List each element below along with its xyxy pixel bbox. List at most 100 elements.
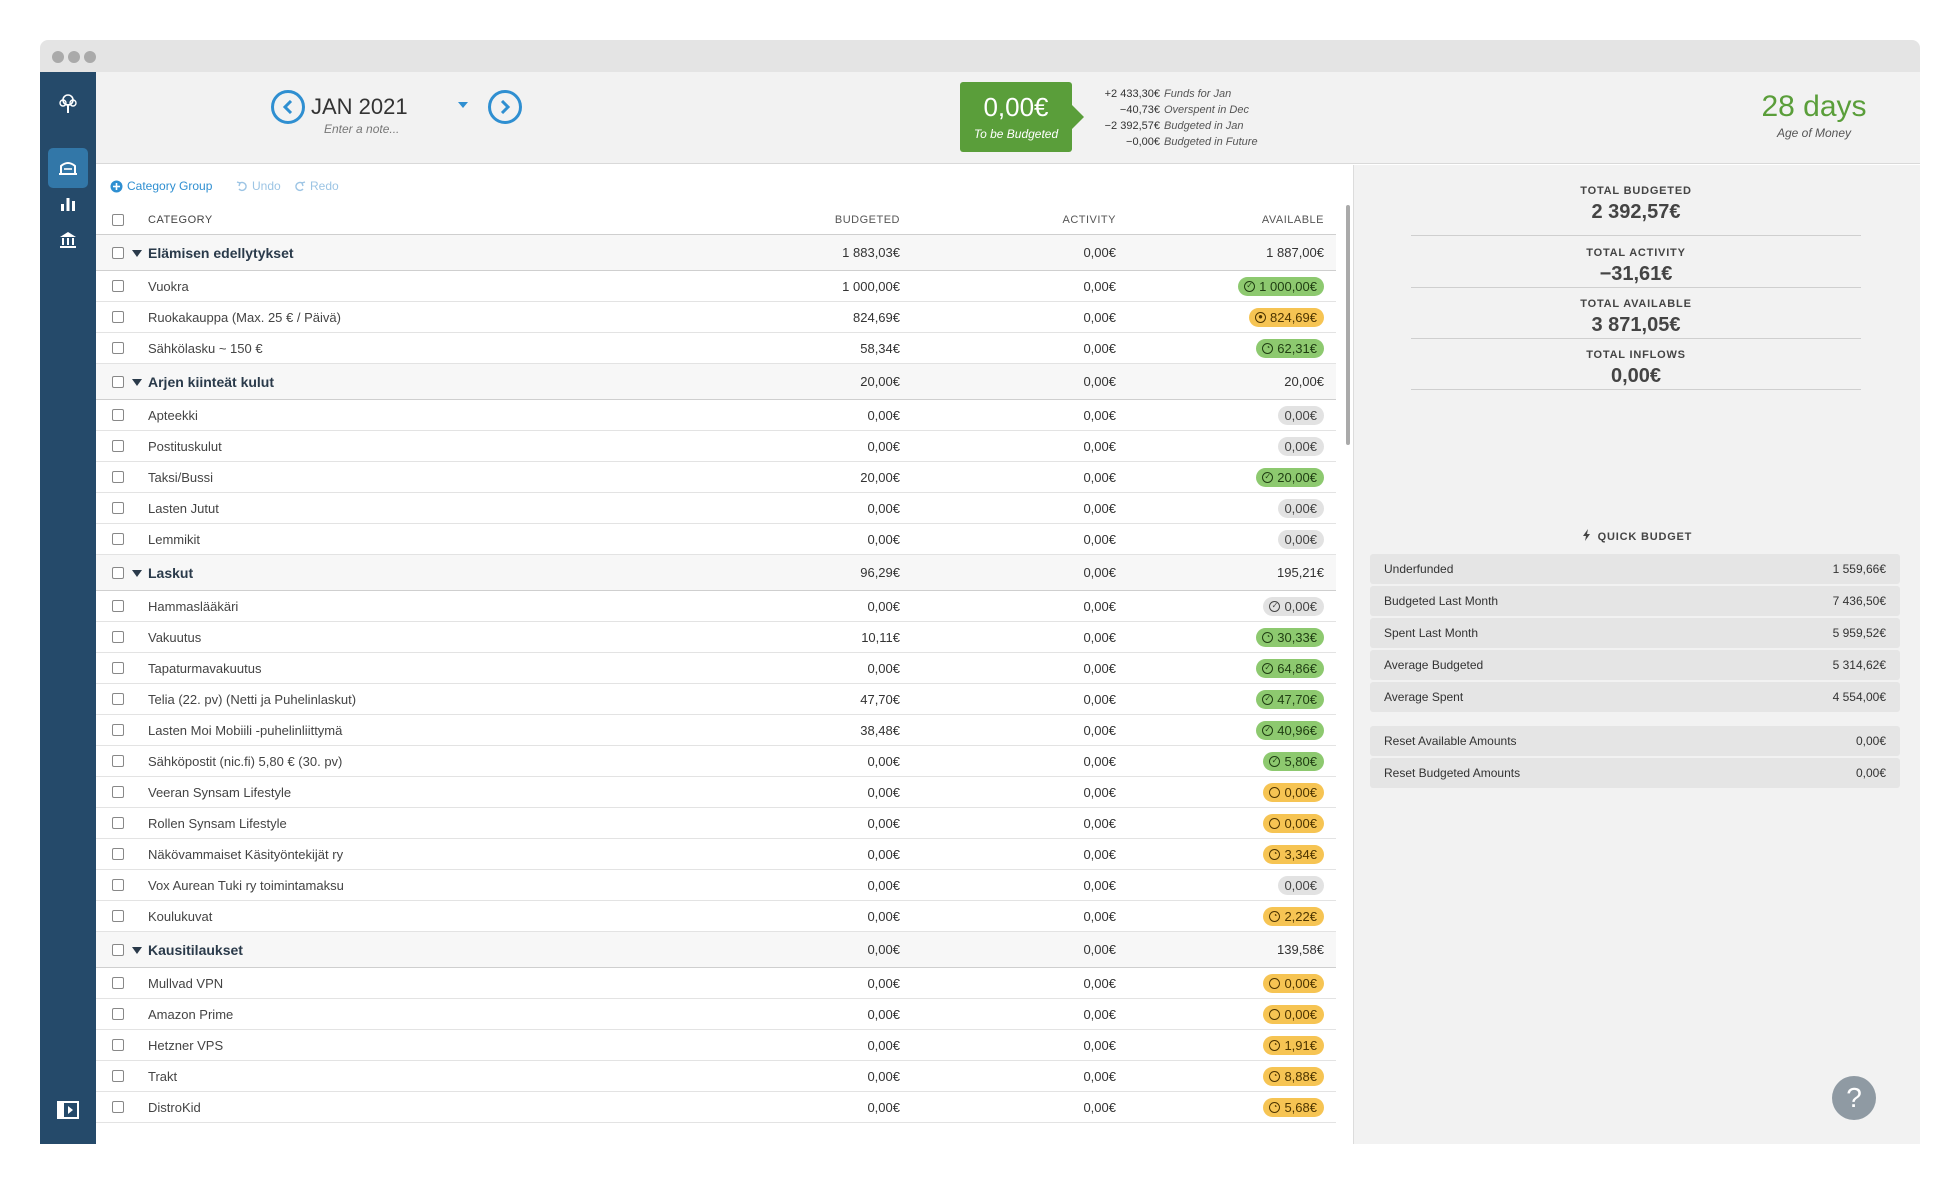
category-row[interactable]: Taksi/Bussi 20,00€ 0,00€ ✓ 20,00€ xyxy=(96,462,1336,493)
category-group-row[interactable]: Arjen kiinteät kulut 20,00€ 0,00€ 20,00€ xyxy=(96,364,1336,400)
row-checkbox[interactable] xyxy=(112,1101,124,1113)
collapse-sidebar-button[interactable] xyxy=(48,1090,88,1130)
available-amount[interactable]: 0,00€ xyxy=(1278,431,1324,461)
budgeted-amount[interactable]: 0,00€ xyxy=(867,591,900,621)
available-amount[interactable]: ✓ 47,70€ xyxy=(1256,684,1324,714)
budgeted-amount[interactable]: 0,00€ xyxy=(867,431,900,461)
category-row[interactable]: Telia (22. pv) (Netti ja Puhelinlaskut) 4… xyxy=(96,684,1336,715)
category-name[interactable]: Arjen kiinteät kulut xyxy=(148,364,274,399)
budgeted-amount[interactable]: 0,00€ xyxy=(867,839,900,869)
category-row[interactable]: Apteekki 0,00€ 0,00€ 0,00€ xyxy=(96,400,1336,431)
window-dot[interactable] xyxy=(84,51,96,63)
row-checkbox[interactable] xyxy=(112,600,124,612)
budgeted-amount[interactable]: 0,00€ xyxy=(867,1092,900,1122)
month-dropdown-icon[interactable] xyxy=(458,102,468,108)
available-amount[interactable]: ◔ 30,33€ xyxy=(1256,622,1324,652)
redo-button[interactable]: Redo xyxy=(294,179,339,193)
activity-amount[interactable]: 0,00€ xyxy=(1083,839,1116,869)
available-amount[interactable]: 0,00€ xyxy=(1263,999,1324,1029)
budgeted-amount[interactable]: 0,00€ xyxy=(867,746,900,776)
category-name[interactable]: Postituskulut xyxy=(148,431,222,461)
activity-amount[interactable]: 0,00€ xyxy=(1083,777,1116,807)
available-pill[interactable]: ◔ 2,22€ xyxy=(1263,906,1324,926)
row-checkbox[interactable] xyxy=(112,724,124,736)
budgeted-amount[interactable]: 0,00€ xyxy=(867,493,900,523)
available-amount[interactable]: 0,00€ xyxy=(1278,870,1324,900)
row-checkbox[interactable] xyxy=(112,533,124,545)
category-row[interactable]: Mullvad VPN 0,00€ 0,00€ 0,00€ xyxy=(96,968,1336,999)
category-row[interactable]: Lemmikit 0,00€ 0,00€ 0,00€ xyxy=(96,524,1336,555)
available-amount[interactable]: ✓ 1 000,00€ xyxy=(1238,271,1324,301)
row-checkbox[interactable] xyxy=(112,786,124,798)
category-row[interactable]: Näkövammaiset Käsityöntekijät ry 0,00€ 0,0… xyxy=(96,839,1336,870)
collapse-group-icon[interactable] xyxy=(132,946,142,954)
add-category-group-button[interactable]: Category Group xyxy=(110,179,212,193)
activity-amount[interactable]: 0,00€ xyxy=(1083,870,1116,900)
available-amount[interactable]: ◔ 3,34€ xyxy=(1263,839,1324,869)
activity-amount[interactable]: 0,00€ xyxy=(1083,808,1116,838)
category-name[interactable]: Hetzner VPS xyxy=(148,1030,223,1060)
collapse-group-icon[interactable] xyxy=(132,569,142,577)
to-be-budgeted[interactable]: 0,00€ To be Budgeted xyxy=(960,82,1072,152)
row-checkbox[interactable] xyxy=(112,409,124,421)
budgeted-amount[interactable]: 20,00€ xyxy=(860,462,900,492)
category-group-row[interactable]: Laskut 96,29€ 0,00€ 195,21€ xyxy=(96,555,1336,591)
nav-reports[interactable] xyxy=(48,184,88,224)
category-name[interactable]: Amazon Prime xyxy=(148,999,233,1029)
category-name[interactable]: Trakt xyxy=(148,1061,177,1091)
available-amount[interactable]: ◔ 1,91€ xyxy=(1263,1030,1324,1060)
collapse-group-icon[interactable] xyxy=(132,378,142,386)
logo-button[interactable] xyxy=(48,84,88,124)
row-checkbox[interactable] xyxy=(112,631,124,643)
quick-budget-average-spent[interactable]: Average Spent 4 554,00€ xyxy=(1370,682,1900,712)
category-row[interactable]: Hammaslääkäri 0,00€ 0,00€ ✓ 0,00€ xyxy=(96,591,1336,622)
category-name[interactable]: Lasten Jutut xyxy=(148,493,219,523)
category-name[interactable]: Laskut xyxy=(148,555,193,590)
activity-amount[interactable]: 0,00€ xyxy=(1083,333,1116,363)
category-row[interactable]: Rollen Synsam Lifestyle 0,00€ 0,00€ 0,00€ xyxy=(96,808,1336,839)
category-name[interactable]: Kausitilaukset xyxy=(148,932,243,967)
activity-amount[interactable]: 0,00€ xyxy=(1083,1092,1116,1122)
available-amount[interactable]: 0,00€ xyxy=(1278,493,1324,523)
available-amount[interactable]: ◔ 62,31€ xyxy=(1256,333,1324,363)
prev-month-button[interactable] xyxy=(271,90,305,124)
nav-accounts[interactable] xyxy=(48,220,88,260)
category-name[interactable]: Sähkölasku ~ 150 € xyxy=(148,333,263,363)
row-checkbox[interactable] xyxy=(112,662,124,674)
budgeted-amount[interactable]: 96,29€ xyxy=(860,555,900,590)
budgeted-amount[interactable]: 0,00€ xyxy=(867,777,900,807)
available-amount[interactable]: 1 887,00€ xyxy=(1266,235,1324,270)
available-pill[interactable]: ◔ 3,34€ xyxy=(1263,844,1324,864)
category-row[interactable]: DistroKid 0,00€ 0,00€ ◔ 5,68€ xyxy=(96,1092,1336,1123)
budgeted-amount[interactable]: 0,00€ xyxy=(867,1030,900,1060)
category-row[interactable]: Tapaturmavakuutus 0,00€ 0,00€ ✓ 64,86€ xyxy=(96,653,1336,684)
activity-amount[interactable]: 0,00€ xyxy=(1083,364,1116,399)
available-pill[interactable]: ✓ 47,70€ xyxy=(1256,689,1324,709)
activity-amount[interactable]: 0,00€ xyxy=(1083,235,1116,270)
row-checkbox[interactable] xyxy=(112,246,124,259)
category-name[interactable]: Telia (22. pv) (Netti ja Puhelinlaskut) xyxy=(148,684,356,714)
activity-amount[interactable]: 0,00€ xyxy=(1083,999,1116,1029)
row-checkbox[interactable] xyxy=(112,342,124,354)
category-row[interactable]: Vakuutus 10,11€ 0,00€ ◔ 30,33€ xyxy=(96,622,1336,653)
available-pill[interactable]: 0,00€ xyxy=(1263,1004,1324,1024)
row-checkbox[interactable] xyxy=(112,755,124,767)
category-row[interactable]: Sähköpostit (nic.fi) 5,80 € (30. pv) 0,00… xyxy=(96,746,1336,777)
row-checkbox[interactable] xyxy=(112,848,124,860)
budgeted-amount[interactable]: 1 000,00€ xyxy=(842,271,900,301)
month-label[interactable]: JAN 2021 xyxy=(311,94,408,120)
available-pill[interactable]: ✓ 64,86€ xyxy=(1256,658,1324,678)
available-pill[interactable]: ◔ 5,68€ xyxy=(1263,1097,1324,1117)
category-name[interactable]: Näkövammaiset Käsityöntekijät ry xyxy=(148,839,343,869)
category-row[interactable]: Lasten Jutut 0,00€ 0,00€ 0,00€ xyxy=(96,493,1336,524)
budgeted-amount[interactable]: 0,00€ xyxy=(867,524,900,554)
available-pill[interactable]: 0,00€ xyxy=(1278,875,1324,895)
category-row[interactable]: Trakt 0,00€ 0,00€ ◔ 8,88€ xyxy=(96,1061,1336,1092)
row-checkbox[interactable] xyxy=(112,1070,124,1082)
budgeted-amount[interactable]: 0,00€ xyxy=(867,968,900,998)
activity-amount[interactable]: 0,00€ xyxy=(1083,524,1116,554)
category-name[interactable]: Ruokakauppa (Max. 25 € / Päivä) xyxy=(148,302,341,332)
budgeted-amount[interactable]: 0,00€ xyxy=(867,1061,900,1091)
available-amount[interactable]: ✓ 40,96€ xyxy=(1256,715,1324,745)
category-name[interactable]: Lemmikit xyxy=(148,524,200,554)
